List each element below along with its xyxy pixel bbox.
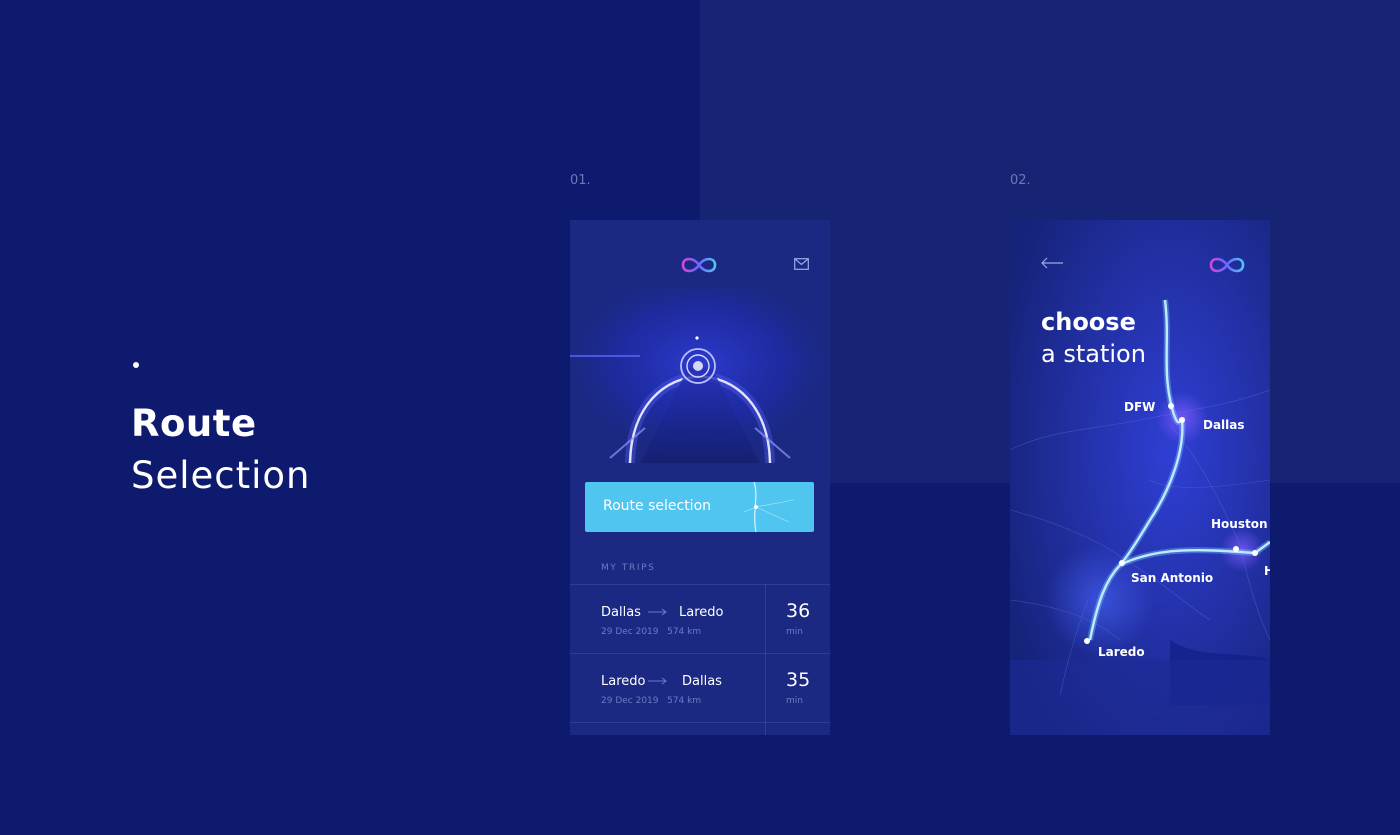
trip-duration-unit: min [786, 627, 803, 637]
trip-to: Dallas [682, 674, 722, 689]
trip-row-partial [570, 722, 830, 735]
trip-duration-value: 35 [786, 669, 811, 691]
station-dfw[interactable]: DFW [1124, 400, 1155, 414]
step-label-2: 02. [1010, 173, 1031, 188]
trip-duration: 35 min [765, 654, 830, 723]
station-partial[interactable]: H P [1264, 565, 1270, 577]
route-selection-button[interactable]: Route selection [585, 482, 814, 532]
mini-map-icon [743, 482, 795, 532]
station-san-antonio[interactable]: San Antonio [1131, 571, 1213, 585]
trip-distance: 574 km [667, 696, 702, 706]
station-heading-bold: choose [1041, 308, 1136, 336]
trip-to: Laredo [679, 605, 724, 620]
trip-meta: 29 Dec 2019 574 km [601, 696, 701, 706]
trip-duration-value: 36 [786, 600, 811, 622]
arrow-left-icon[interactable] [1040, 256, 1064, 270]
trip-meta: 29 Dec 2019 574 km [601, 627, 701, 637]
screen-home: Route selection MY TRIPS Dallas Laredo 2… [570, 220, 830, 735]
bullet-dot [133, 362, 139, 368]
trip-distance: 574 km [667, 627, 702, 637]
trip-from: Dallas [601, 605, 641, 620]
hero-title-bold: Route [131, 402, 257, 445]
station-houston[interactable]: Houston [1211, 517, 1268, 531]
trip-date: 29 Dec 2019 [601, 627, 659, 637]
trip-duration: 36 min [765, 585, 830, 654]
trip-duration-unit: min [786, 696, 803, 706]
station-laredo[interactable]: Laredo [1098, 645, 1145, 659]
station-heading-light: a station [1041, 340, 1146, 368]
trip-duration [765, 723, 830, 735]
hero-title-light: Selection [131, 454, 311, 497]
trip-from: Laredo [601, 674, 646, 689]
step-label-1: 01. [570, 173, 591, 188]
hyperloop-tunnel-image [570, 288, 830, 468]
route-selection-label: Route selection [603, 498, 712, 514]
trip-row[interactable]: Dallas Laredo 29 Dec 2019 574 km 36 min [570, 584, 830, 654]
infinity-logo-icon [681, 257, 717, 273]
arrow-right-icon [648, 677, 667, 685]
my-trips-heading: MY TRIPS [601, 563, 656, 573]
trip-row[interactable]: Laredo Dallas 29 Dec 2019 574 km 35 min [570, 653, 830, 723]
screen-station-map: choose a station DFW Dallas Houston San … [1010, 220, 1270, 735]
infinity-logo-icon [1209, 257, 1245, 273]
station-dallas[interactable]: Dallas [1203, 418, 1245, 432]
trip-date: 29 Dec 2019 [601, 696, 659, 706]
mail-icon[interactable] [794, 258, 809, 270]
arrow-right-icon [648, 608, 667, 616]
